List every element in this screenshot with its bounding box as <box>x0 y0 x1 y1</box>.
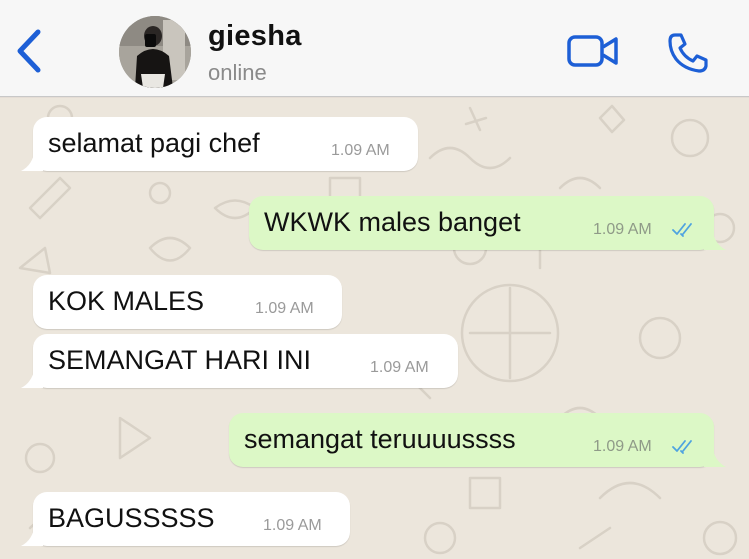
double-check-icon <box>672 440 692 454</box>
message-time: 1.09 AM <box>593 438 652 455</box>
message-bubble-incoming[interactable]: SEMANGAT HARI INI 1.09 AM <box>21 334 458 388</box>
message-bubble-outgoing[interactable]: semangat teruuuussss 1.09 AM <box>229 413 726 467</box>
message-text: WKWK males banget <box>264 207 521 237</box>
message-bubble-outgoing[interactable]: WKWK males banget 1.09 AM <box>249 196 726 250</box>
voice-call-button[interactable] <box>666 32 710 74</box>
bubble-tail <box>704 228 726 250</box>
chat-header: giesha online <box>0 0 749 97</box>
message-time: 1.09 AM <box>263 517 322 534</box>
video-camera-icon <box>567 35 618 67</box>
message-time: 1.09 AM <box>255 300 314 317</box>
message-bubble-incoming[interactable]: selamat pagi chef 1.09 AM <box>21 117 418 171</box>
message-text: BAGUSSSSS <box>48 503 215 533</box>
bubble-tail <box>21 366 43 388</box>
contact-avatar[interactable] <box>119 16 191 88</box>
message-list[interactable]: selamat pagi chef 1.09 AM WKWK males ban… <box>0 98 749 559</box>
message-text: semangat teruuuussss <box>244 424 516 454</box>
message-bubble-incoming[interactable]: KOK MALES 1.09 AM <box>33 275 342 329</box>
chevron-left-icon <box>17 29 41 73</box>
phone-icon <box>668 33 708 73</box>
bubble-tail <box>704 445 726 467</box>
message-time: 1.09 AM <box>331 142 390 159</box>
message-time: 1.09 AM <box>370 359 429 376</box>
double-check-icon <box>672 223 692 237</box>
message-bubble-incoming[interactable]: BAGUSSSSS 1.09 AM <box>21 492 350 546</box>
back-button[interactable] <box>12 28 48 74</box>
message-text: SEMANGAT HARI INI <box>48 345 312 375</box>
contact-name[interactable]: giesha <box>208 20 302 53</box>
message-time: 1.09 AM <box>593 221 652 238</box>
message-text: selamat pagi chef <box>48 128 260 158</box>
bubble-tail <box>21 149 43 171</box>
video-call-button[interactable] <box>567 33 619 69</box>
contact-status: online <box>208 60 267 85</box>
message-text: KOK MALES <box>48 286 205 316</box>
bubble-tail <box>21 524 43 546</box>
